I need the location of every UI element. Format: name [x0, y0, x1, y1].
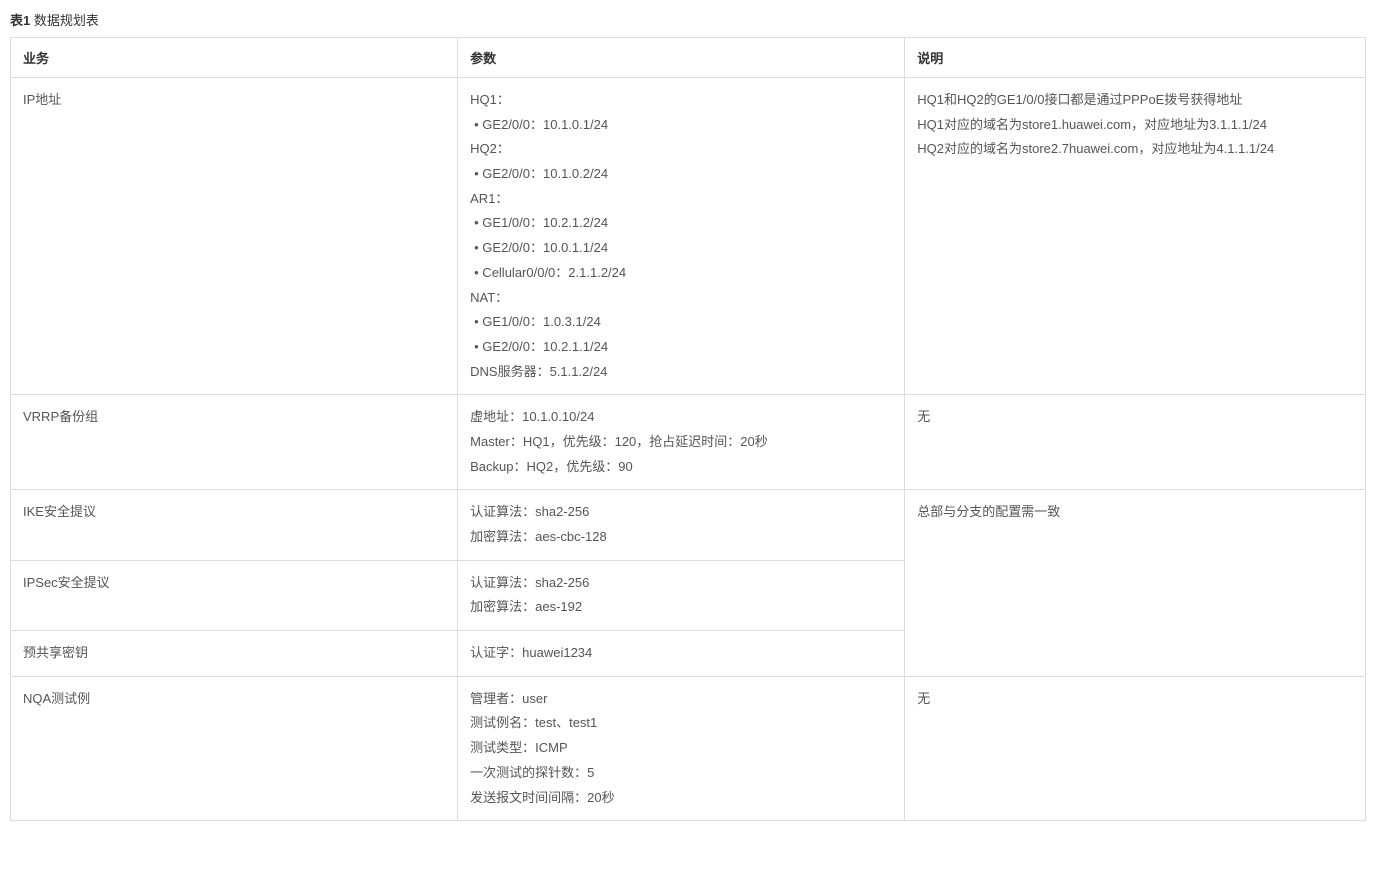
param-text: 加密算法：aes-192	[470, 595, 892, 620]
param-text: AR1：	[470, 187, 892, 212]
cell-nqa-desc: 无	[905, 676, 1366, 820]
cell-vrrp-desc: 无	[905, 395, 1366, 490]
param-text: 认证算法：sha2-256	[470, 500, 892, 525]
cell-vrrp-label: VRRP备份组	[11, 395, 458, 490]
header-params: 参数	[458, 38, 905, 78]
param-text: • GE2/0/0：10.1.0.2/24	[470, 162, 892, 187]
cell-ip-params: HQ1： • GE2/0/0：10.1.0.1/24 HQ2： • GE2/0/…	[458, 78, 905, 395]
param-text: 测试类型：ICMP	[470, 736, 892, 761]
table-row: VRRP备份组 虚地址：10.1.0.10/24 Master：HQ1，优先级：…	[11, 395, 1366, 490]
param-text: • GE2/0/0：10.2.1.1/24	[470, 335, 892, 360]
title-text: 数据规划表	[30, 13, 99, 28]
title-prefix: 表1	[10, 13, 30, 28]
param-text: DNS服务器：5.1.1.2/24	[470, 360, 892, 385]
cell-ike-params: 认证算法：sha2-256 加密算法：aes-cbc-128	[458, 490, 905, 560]
param-text: • GE2/0/0：10.0.1.1/24	[470, 236, 892, 261]
data-planning-table: 业务 参数 说明 IP地址 HQ1： • GE2/0/0：10.1.0.1/24…	[10, 37, 1366, 821]
cell-ip-label: IP地址	[11, 78, 458, 395]
cell-vrrp-params: 虚地址：10.1.0.10/24 Master：HQ1，优先级：120，抢占延迟…	[458, 395, 905, 490]
cell-ipsec-label: IPSec安全提议	[11, 560, 458, 630]
param-text: 加密算法：aes-cbc-128	[470, 525, 892, 550]
table-row: IKE安全提议 认证算法：sha2-256 加密算法：aes-cbc-128 总…	[11, 490, 1366, 560]
cell-psk-label: 预共享密钥	[11, 631, 458, 677]
param-text: 管理者：user	[470, 687, 892, 712]
param-text: • GE2/0/0：10.1.0.1/24	[470, 113, 892, 138]
param-text: 测试例名：test、test1	[470, 711, 892, 736]
header-business: 业务	[11, 38, 458, 78]
cell-nqa-label: NQA测试例	[11, 676, 458, 820]
param-text: Backup：HQ2，优先级：90	[470, 455, 892, 480]
cell-nqa-params: 管理者：user 测试例名：test、test1 测试类型：ICMP 一次测试的…	[458, 676, 905, 820]
table-title: 表1 数据规划表	[10, 10, 1366, 29]
param-text: 认证字：huawei1234	[470, 641, 892, 666]
header-desc: 说明	[905, 38, 1366, 78]
cell-ipsec-params: 认证算法：sha2-256 加密算法：aes-192	[458, 560, 905, 630]
table-header-row: 业务 参数 说明	[11, 38, 1366, 78]
param-text: • GE1/0/0：1.0.3.1/24	[470, 310, 892, 335]
desc-text: HQ1和HQ2的GE1/0/0接口都是通过PPPoE拨号获得地址	[917, 88, 1353, 113]
cell-psk-params: 认证字：huawei1234	[458, 631, 905, 677]
cell-ike-desc: 总部与分支的配置需一致	[905, 490, 1366, 676]
param-text: • Cellular0/0/0：2.1.1.2/24	[470, 261, 892, 286]
desc-text: HQ2对应的域名为store2.7huawei.com，对应地址为4.1.1.1…	[917, 137, 1353, 162]
param-text: HQ1：	[470, 88, 892, 113]
param-text: HQ2：	[470, 137, 892, 162]
param-text: • GE1/0/0：10.2.1.2/24	[470, 211, 892, 236]
param-text: 认证算法：sha2-256	[470, 571, 892, 596]
table-row: NQA测试例 管理者：user 测试例名：test、test1 测试类型：ICM…	[11, 676, 1366, 820]
param-text: 一次测试的探针数：5	[470, 761, 892, 786]
param-text: NAT：	[470, 286, 892, 311]
table-row: IP地址 HQ1： • GE2/0/0：10.1.0.1/24 HQ2： • G…	[11, 78, 1366, 395]
desc-text: HQ1对应的域名为store1.huawei.com，对应地址为3.1.1.1/…	[917, 113, 1353, 138]
param-text: 发送报文时间间隔：20秒	[470, 786, 892, 811]
param-text: 虚地址：10.1.0.10/24	[470, 405, 892, 430]
cell-ike-label: IKE安全提议	[11, 490, 458, 560]
param-text: Master：HQ1，优先级：120，抢占延迟时间：20秒	[470, 430, 892, 455]
cell-ip-desc: HQ1和HQ2的GE1/0/0接口都是通过PPPoE拨号获得地址 HQ1对应的域…	[905, 78, 1366, 395]
